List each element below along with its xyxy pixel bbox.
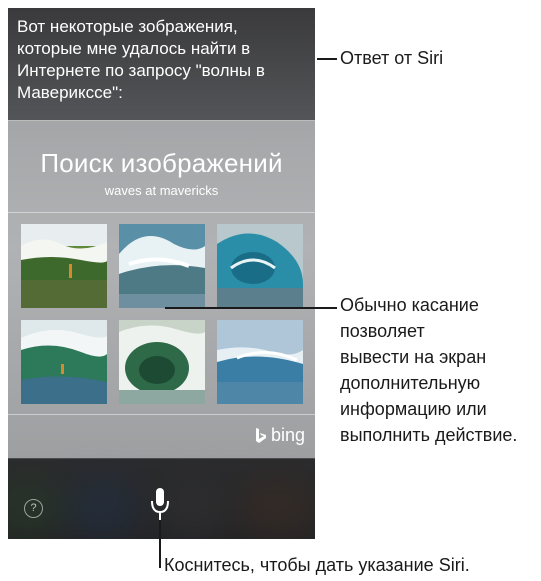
microphone-icon	[151, 488, 169, 520]
image-search-card[interactable]: Поиск изображений waves at mavericks bin…	[8, 120, 315, 459]
callout-tap: Обычно касание позволяет вывести на экра…	[340, 292, 517, 448]
siri-bottom-bar: ?	[8, 458, 315, 539]
surf-wave-photo-icon	[217, 224, 303, 308]
callout-tap-line: вывести на экран	[340, 347, 487, 367]
card-divider	[8, 414, 315, 415]
image-grid	[21, 224, 304, 404]
callout-tap-line: Обычно касание	[340, 295, 479, 315]
bing-icon	[255, 427, 266, 443]
surf-wave-photo-icon	[217, 320, 303, 404]
help-button[interactable]: ?	[24, 499, 43, 518]
wave-image-2[interactable]	[119, 224, 205, 308]
callout-line-mic	[159, 520, 161, 568]
surf-wave-photo-icon	[21, 224, 107, 308]
wave-image-1[interactable]	[21, 224, 107, 308]
callout-line-tap	[165, 307, 337, 309]
callout-tap-line: информацию или	[340, 399, 487, 419]
surf-wave-photo-icon	[119, 224, 205, 308]
callout-line-answer	[317, 58, 337, 60]
callout-answer: Ответ от Siri	[340, 48, 444, 68]
callout-tap-line: выполнить действие.	[340, 425, 518, 445]
card-divider	[8, 212, 315, 213]
microphone-button[interactable]	[150, 487, 170, 521]
callout-tap-line: позволяет	[340, 321, 425, 341]
wave-image-4[interactable]	[21, 320, 107, 404]
surf-wave-photo-icon	[119, 320, 205, 404]
wave-image-3[interactable]	[217, 224, 303, 308]
bing-logo: bing	[255, 425, 305, 446]
wave-image-6[interactable]	[217, 320, 303, 404]
card-subtitle: waves at mavericks	[104, 183, 219, 198]
wave-image-5[interactable]	[119, 320, 205, 404]
siri-screen: Вот некоторые зображения, которые мне уд…	[8, 8, 315, 539]
siri-answer-text: Вот некоторые зображения, которые мне уд…	[17, 17, 265, 102]
bing-label: bing	[270, 425, 305, 445]
callout-tap-line: дополнительную	[340, 373, 481, 393]
callout-mic: Коснитесь, чтобы дать указание Siri.	[164, 555, 470, 575]
card-title: Поиск изображений	[40, 148, 283, 178]
surf-wave-photo-icon	[21, 320, 107, 404]
